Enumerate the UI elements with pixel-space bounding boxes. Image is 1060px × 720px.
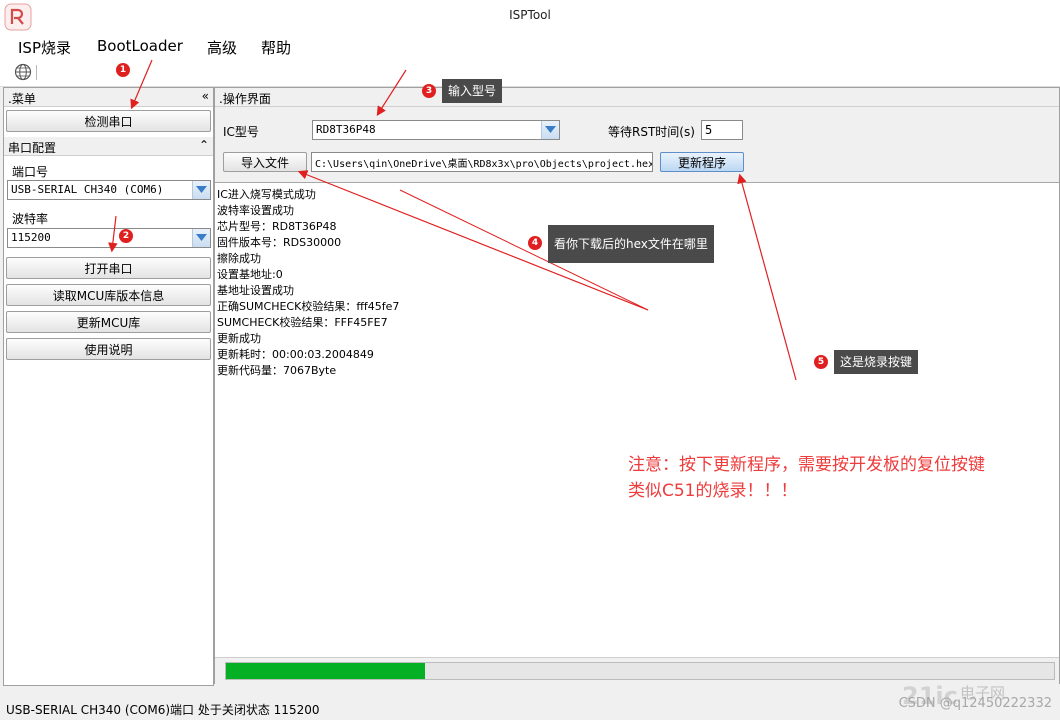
annotation-number-4: 4: [528, 236, 542, 250]
menu-bootloader[interactable]: BootLoader: [97, 37, 183, 55]
log-line: SUMCHECK校验结果：FFF45FE7: [217, 316, 388, 329]
menu-advanced[interactable]: 高级: [207, 37, 237, 58]
annotation-hex-location: 看你下载后的hex文件在哪里: [548, 225, 714, 263]
rst-wait-value: 5: [705, 123, 713, 137]
log-line: 波特率设置成功: [217, 204, 294, 217]
update-mcu-lib-button[interactable]: 更新MCU库: [6, 311, 211, 333]
operation-panel: .操作界面 IC型号 RD8T36P48 等待RST时间(s) 5 导入文件 C…: [214, 87, 1060, 684]
port-config-title: 串口配置: [8, 141, 57, 155]
import-file-button[interactable]: 导入文件: [223, 152, 307, 172]
file-path-value: C:\Users\qin\OneDrive\桌面\RD8x3x\pro\Obje…: [315, 159, 653, 170]
progress-area: [215, 657, 1059, 684]
chevron-down-icon: [196, 234, 207, 241]
annotation-number-5: 5: [814, 355, 828, 369]
title-bar: ISPTool: [0, 0, 1060, 32]
read-mcu-version-button[interactable]: 读取MCU库版本信息: [6, 284, 211, 306]
annotation-note-line-1: 注意：按下更新程序，需要按开发板的复位按键: [628, 455, 985, 475]
annotation-number-2: 2: [119, 229, 133, 243]
menu-isp-burn[interactable]: ISP烧录: [18, 37, 71, 58]
annotation-note-line-2: 类似C51的烧录！！！: [628, 481, 798, 501]
log-line: 正确SUMCHECK校验结果：fff45fe7: [217, 300, 400, 313]
status-text: USB-SERIAL CH340 (COM6)端口 处于关闭状态 115200: [6, 703, 320, 717]
port-label: 端口号: [12, 165, 49, 179]
operation-header: .操作界面: [215, 88, 1059, 107]
annotation-number-1: 1: [116, 63, 130, 77]
ic-model-select[interactable]: RD8T36P48: [312, 120, 560, 140]
port-dropdown-button[interactable]: [192, 181, 210, 199]
log-line: 擦除成功: [217, 252, 261, 265]
menu-bar: ISP烧录 BootLoader 高级 帮助: [0, 32, 1060, 60]
ic-model-label: IC型号: [223, 125, 259, 139]
control-area: IC型号 RD8T36P48 等待RST时间(s) 5 导入文件 C:\User…: [215, 107, 1059, 183]
ic-model-dropdown-button[interactable]: [541, 121, 559, 139]
operation-header-title: .操作界面: [219, 92, 271, 106]
usage-instructions-button[interactable]: 使用说明: [6, 338, 211, 360]
baud-select-value: 115200: [11, 231, 51, 244]
watermark-csdn: CSDN @q12450222332: [898, 696, 1052, 711]
annotation-note: 注意：按下更新程序，需要按开发板的复位按键 类似C51的烧录！！！: [628, 452, 985, 504]
menu-header-title: .菜单: [8, 92, 36, 106]
collapse-up-icon[interactable]: ⌃: [199, 138, 209, 152]
baud-select[interactable]: 115200: [7, 228, 211, 248]
annotation-input-model: 输入型号: [442, 79, 503, 103]
rst-wait-label: 等待RST时间(s): [608, 125, 695, 139]
baud-label: 波特率: [12, 212, 49, 226]
menu-help[interactable]: 帮助: [261, 37, 291, 58]
progress-fill: [226, 663, 425, 679]
log-line: 更新代码量：7067Byte: [217, 364, 337, 377]
baud-dropdown-button[interactable]: [192, 229, 210, 247]
collapse-left-icon[interactable]: «: [202, 89, 209, 103]
left-menu-panel: .菜单 « 检测串口 串口配置 ⌃ 端口号 USB-SERIAL CH340 (…: [3, 87, 214, 686]
port-config-header: 串口配置 ⌃: [4, 137, 213, 156]
annotation-number-3: 3: [422, 84, 436, 98]
menu-header: .菜单 «: [4, 88, 213, 107]
detect-port-button[interactable]: 检测串口: [6, 110, 211, 132]
rst-wait-input[interactable]: 5: [701, 120, 743, 140]
toolbar: [0, 60, 1060, 87]
globe-icon[interactable]: [14, 63, 32, 81]
window-title: ISPTool: [509, 8, 551, 22]
log-line: 设置基地址:0: [217, 268, 283, 281]
log-line: 更新成功: [217, 332, 261, 345]
chevron-down-icon: [545, 126, 556, 133]
log-line: 芯片型号：RD8T36P48: [217, 220, 337, 233]
status-bar: USB-SERIAL CH340 (COM6)端口 处于关闭状态 115200 …: [0, 682, 1060, 720]
log-line: 更新耗时：00:00:03.2004849: [217, 348, 374, 361]
log-line: IC进入烧写模式成功: [217, 188, 316, 201]
progress-bar: [225, 662, 1055, 680]
open-port-button[interactable]: 打开串口: [6, 257, 211, 279]
annotation-burn-button: 这是烧录按键: [834, 350, 919, 374]
toolbar-separator: [36, 65, 37, 80]
ic-model-value: RD8T36P48: [316, 123, 376, 136]
log-line: 固件版本号：RDS30000: [217, 236, 342, 249]
chevron-down-icon: [196, 186, 207, 193]
file-path-field[interactable]: C:\Users\qin\OneDrive\桌面\RD8x3x\pro\Obje…: [311, 152, 653, 172]
port-select-value: USB-SERIAL CH340 (COM6): [11, 183, 164, 196]
log-line: 基地址设置成功: [217, 284, 294, 297]
port-select[interactable]: USB-SERIAL CH340 (COM6): [7, 180, 211, 200]
update-program-button[interactable]: 更新程序: [660, 152, 744, 172]
